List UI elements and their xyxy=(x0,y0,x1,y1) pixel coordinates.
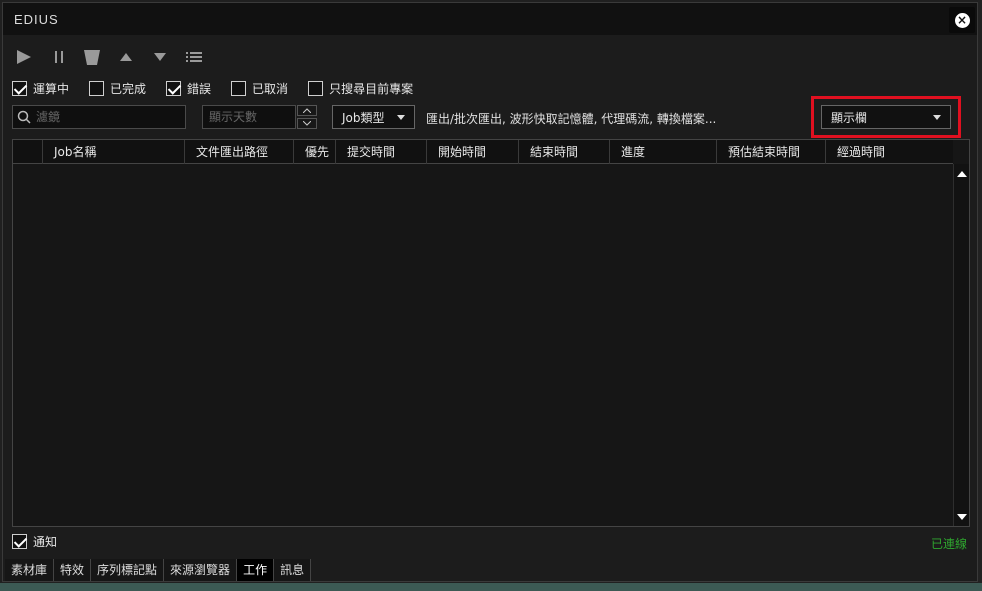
status-filters: 運算中 已完成 錯誤 已取消 只搜尋目前專案 xyxy=(12,77,433,99)
column-header-job-name[interactable]: Job名稱 xyxy=(42,140,184,164)
filter-cancelled-checkbox[interactable] xyxy=(231,80,247,96)
filter-cancelled[interactable]: 已取消 xyxy=(231,80,288,97)
highlight-box xyxy=(811,96,961,138)
column-header-end-time[interactable]: 結束時間 xyxy=(518,140,609,164)
filter-completed-label: 已完成 xyxy=(110,81,147,96)
column-header-select[interactable] xyxy=(13,140,42,164)
search-icon xyxy=(17,110,31,124)
close-button[interactable]: × xyxy=(949,7,975,33)
filter-running-checkbox[interactable] xyxy=(12,80,27,96)
column-header-estimated-end[interactable]: 預估結束時間 xyxy=(716,140,825,164)
tab-library[interactable]: 素材庫 xyxy=(5,559,55,581)
column-header-priority[interactable]: 優先 xyxy=(293,140,335,164)
notify-checkbox[interactable] xyxy=(12,534,27,549)
days-input[interactable] xyxy=(209,110,293,124)
days-stepper[interactable] xyxy=(297,105,317,129)
play-icon[interactable] xyxy=(15,49,33,65)
filter-current-project-label: 只搜尋目前專案 xyxy=(329,81,414,96)
notify-label: 通知 xyxy=(33,535,58,549)
filter-completed[interactable]: 已完成 xyxy=(89,80,146,97)
filter-running[interactable]: 運算中 xyxy=(12,80,69,97)
filter-completed-checkbox[interactable] xyxy=(89,80,105,96)
job-type-dropdown[interactable]: Job類型 xyxy=(332,105,415,129)
chevron-down-icon xyxy=(303,121,311,126)
column-header-export-path[interactable]: 文件匯出路徑 xyxy=(184,140,293,164)
column-header-submit-time[interactable]: 提交時間 xyxy=(335,140,426,164)
filter-cancelled-label: 已取消 xyxy=(252,81,289,96)
delete-icon[interactable] xyxy=(83,49,101,65)
filter-running-label: 運算中 xyxy=(33,81,70,96)
stepper-up-button[interactable] xyxy=(297,105,317,116)
tab-effects[interactable]: 特效 xyxy=(54,559,92,581)
toolbar xyxy=(3,35,977,75)
job-type-description: 匯出/批次匯出, 波形快取記憶體, 代理碼流, 轉換檔案... xyxy=(426,112,717,126)
vertical-scrollbar[interactable] xyxy=(953,164,969,526)
list-icon[interactable] xyxy=(185,49,203,65)
pause-icon[interactable] xyxy=(50,49,68,65)
chevron-up-icon xyxy=(303,108,311,113)
connection-status: 已連線 xyxy=(930,537,967,551)
tab-source-browser[interactable]: 來源瀏覽器 xyxy=(164,559,238,581)
search-field[interactable] xyxy=(12,105,186,129)
job-window: EDIUS × 運算中 已完成 錯誤 已取消 只搜尋目前專案 濾鏡 顯示天數 J… xyxy=(2,2,978,582)
background-strip xyxy=(0,583,982,591)
scroll-down-icon[interactable] xyxy=(957,514,967,520)
panel-tabs: 素材庫 特效 序列標記點 來源瀏覽器 工作 訊息 xyxy=(5,559,312,581)
title-bar[interactable]: EDIUS × xyxy=(3,3,977,35)
tab-jobs[interactable]: 工作 xyxy=(237,559,275,581)
column-header-start-time[interactable]: 開始時間 xyxy=(426,140,518,164)
column-header-elapsed-time[interactable]: 經過時間 xyxy=(825,140,953,164)
notify-toggle[interactable]: 通知 xyxy=(12,533,57,550)
tab-sequence-markers[interactable]: 序列標記點 xyxy=(91,559,165,581)
filter-current-project[interactable]: 只搜尋目前專案 xyxy=(308,80,413,97)
job-table: Job名稱 文件匯出路徑 優先 提交時間 開始時間 結束時間 進度 預估結束時間… xyxy=(12,139,970,527)
filter-current-project-checkbox[interactable] xyxy=(308,80,324,96)
days-field[interactable] xyxy=(202,105,296,129)
move-down-icon[interactable] xyxy=(151,49,169,65)
close-icon: × xyxy=(954,12,970,28)
scroll-up-icon[interactable] xyxy=(957,171,967,177)
app-title: EDIUS xyxy=(14,12,59,27)
search-input[interactable] xyxy=(36,110,176,124)
background-edge xyxy=(978,0,982,591)
column-header-progress[interactable]: 進度 xyxy=(609,140,716,164)
screen: EDIUS × 運算中 已完成 錯誤 已取消 只搜尋目前專案 濾鏡 顯示天數 J… xyxy=(0,0,982,591)
move-up-icon[interactable] xyxy=(117,49,135,65)
caret-down-icon xyxy=(397,115,405,120)
filter-error-label: 錯誤 xyxy=(187,81,212,96)
table-header: Job名稱 文件匯出路徑 優先 提交時間 開始時間 結束時間 進度 預估結束時間… xyxy=(13,140,953,164)
job-type-label: Job類型 xyxy=(342,110,385,125)
stepper-down-button[interactable] xyxy=(297,118,317,129)
tab-messages[interactable]: 訊息 xyxy=(274,559,312,581)
filter-error[interactable]: 錯誤 xyxy=(166,80,211,97)
filter-error-checkbox[interactable] xyxy=(166,80,182,96)
